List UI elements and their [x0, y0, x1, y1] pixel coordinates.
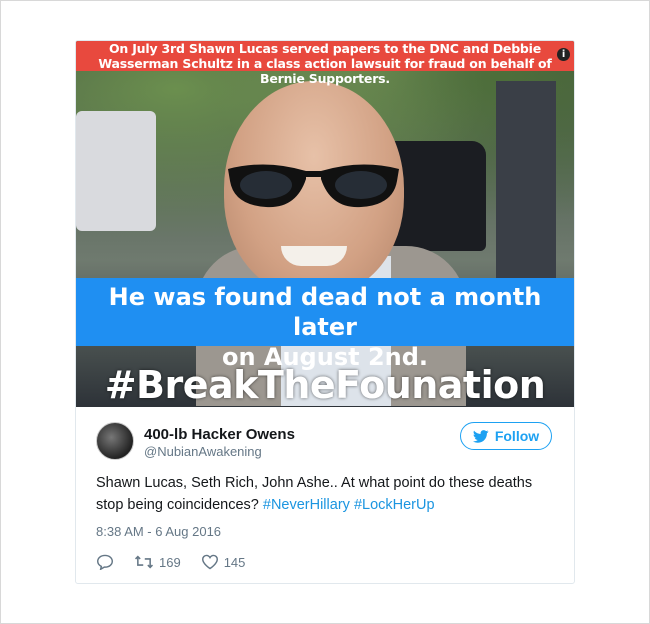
retweet-icon — [134, 555, 154, 569]
top-banner: On July 3rd Shawn Lucas served papers to… — [76, 41, 574, 86]
hashtag-link[interactable]: #LockHerUp — [354, 497, 435, 513]
hashtag-link[interactable]: #NeverHillary — [263, 497, 350, 513]
follow-button-label: Follow — [494, 428, 540, 444]
twitter-bird-icon — [472, 429, 489, 443]
tweet-media-image[interactable]: On July 3rd Shawn Lucas served papers to… — [76, 41, 574, 407]
retweet-action[interactable]: 169 — [134, 554, 181, 570]
middle-banner: He was found dead not a month later on A… — [76, 278, 574, 371]
avatar[interactable] — [96, 422, 134, 460]
author-name[interactable]: 400-lb Hacker Owens — [144, 426, 295, 443]
white-car — [76, 111, 156, 231]
tweet-timestamp[interactable]: 8:38 AM - 6 Aug 2016 — [96, 524, 221, 539]
retweet-count: 169 — [159, 554, 181, 570]
sunglasses — [228, 164, 399, 208]
smile — [281, 246, 347, 266]
info-icon[interactable]: i — [557, 48, 570, 61]
parking-meter — [496, 81, 556, 291]
tweet-header: 400-lb Hacker Owens @NubianAwakening Fol… — [96, 422, 556, 462]
middle-banner-line1: He was found dead not a month later — [108, 283, 542, 341]
tweet-text: Shawn Lucas, Seth Rich, John Ashe.. At w… — [96, 472, 556, 516]
follow-button[interactable]: Follow — [460, 422, 552, 450]
image-hashtag: #BreakTheFounation — [104, 363, 546, 407]
reply-action[interactable] — [96, 554, 114, 570]
tweet-actions: 169 145 — [96, 552, 265, 572]
reply-icon — [96, 554, 114, 570]
like-count: 145 — [223, 554, 246, 570]
author-handle[interactable]: @NubianAwakening — [144, 444, 262, 459]
embedded-tweet: On July 3rd Shawn Lucas served papers to… — [75, 40, 575, 584]
like-action[interactable]: 145 — [201, 554, 246, 570]
heart-icon — [201, 554, 218, 570]
